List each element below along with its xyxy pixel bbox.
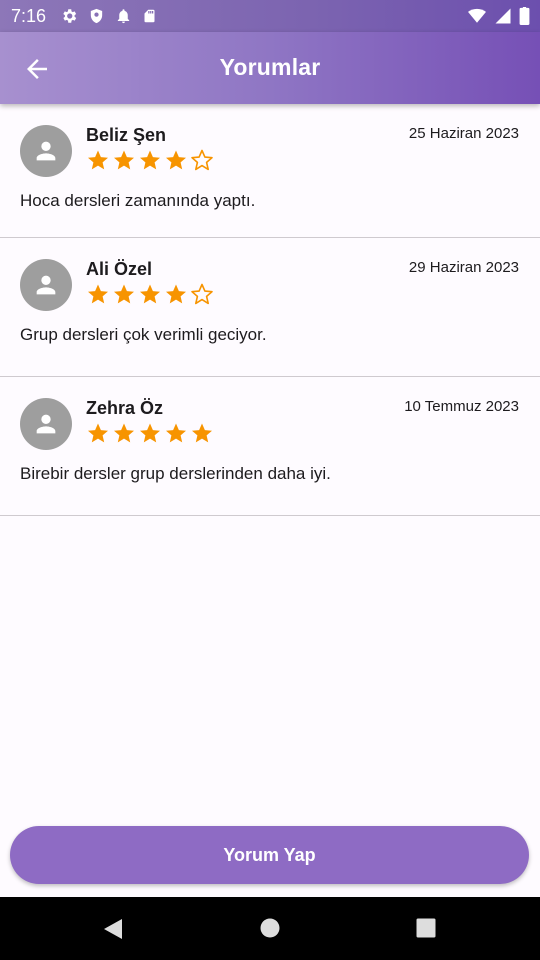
review-list: Beliz Şen 25 Haziran 2023 Hoca dersleri … — [0, 104, 540, 516]
review-text: Hoca dersleri zamanında yaptı. — [20, 191, 256, 210]
signal-icon — [495, 8, 511, 24]
star-filled-icon — [114, 284, 134, 304]
avatar — [20, 259, 72, 311]
review-date: 25 Haziran 2023 — [408, 125, 519, 142]
nav-bar — [0, 897, 540, 960]
review-item: Beliz Şen 25 Haziran 2023 Hoca dersleri … — [0, 104, 540, 238]
nav-back-icon[interactable] — [102, 918, 124, 940]
star-empty-icon — [191, 283, 213, 305]
nav-recents-icon[interactable] — [416, 918, 436, 938]
star-filled-icon — [166, 284, 186, 304]
review-item: Ali Özel 29 Haziran 2023 Grup dersleri ç… — [0, 238, 540, 377]
comment-button[interactable]: Yorum Yap — [10, 826, 529, 884]
star-empty-icon — [191, 149, 213, 171]
star-filled-icon — [88, 284, 108, 304]
star-filled-icon — [140, 284, 160, 304]
review-text: Birebir dersler grup derslerinden daha i… — [20, 464, 331, 483]
status-icons-left — [60, 7, 157, 25]
reviewer-name: Ali Özel — [86, 259, 153, 279]
star-filled-icon — [114, 150, 134, 170]
reviewer-name: Beliz Şen — [86, 125, 167, 145]
shield-icon — [90, 8, 103, 24]
avatar — [20, 398, 72, 450]
reviewer-name: Zehra Öz — [86, 398, 164, 418]
star-filled-icon — [192, 423, 212, 443]
wifi-icon — [468, 8, 486, 23]
star-rating — [86, 282, 214, 306]
status-bar: 7:16 — [0, 0, 540, 32]
star-filled-icon — [166, 423, 186, 443]
review-text: Grup dersleri çok verimli geciyor. — [20, 325, 267, 344]
gear-icon — [63, 9, 77, 23]
nav-home-icon[interactable] — [260, 918, 280, 938]
person-icon — [36, 275, 56, 295]
status-time: 7:16 — [11, 6, 47, 26]
star-filled-icon — [140, 150, 160, 170]
battery-icon — [519, 7, 530, 25]
page-title: Yorumlar — [219, 54, 321, 80]
app-bar: Yorumlar — [0, 32, 540, 104]
person-icon — [36, 141, 56, 161]
review-date: 10 Temmuz 2023 — [404, 398, 519, 415]
star-rating — [86, 421, 214, 445]
star-rating — [86, 148, 214, 172]
bell-icon — [117, 9, 130, 24]
star-filled-icon — [166, 150, 186, 170]
status-icons-right — [467, 7, 530, 25]
review-item: Zehra Öz 10 Temmuz 2023 Birebir dersler … — [0, 377, 540, 516]
star-filled-icon — [88, 423, 108, 443]
sd-card-icon — [144, 9, 155, 23]
person-icon — [36, 414, 56, 434]
star-filled-icon — [114, 423, 134, 443]
star-filled-icon — [140, 423, 160, 443]
avatar — [20, 125, 72, 177]
review-date: 29 Haziran 2023 — [408, 259, 519, 276]
star-filled-icon — [88, 150, 108, 170]
